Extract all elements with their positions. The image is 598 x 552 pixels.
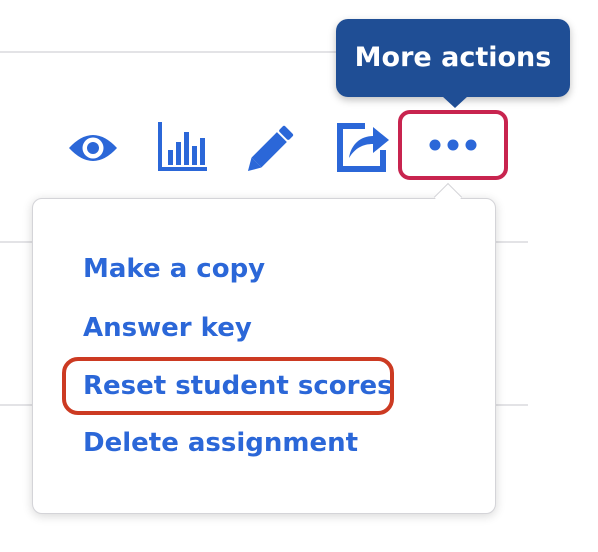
menu-item-delete-assignment[interactable]: Delete assignment xyxy=(83,423,358,463)
eye-icon xyxy=(69,135,117,161)
edit-button[interactable] xyxy=(242,118,302,176)
tooltip-arrow xyxy=(442,96,468,108)
menu-item-answer-key[interactable]: Answer key xyxy=(83,308,252,348)
more-actions-tooltip: More actions xyxy=(336,19,570,97)
tooltip-label: More actions xyxy=(354,42,552,73)
screen: More actions Make a copy Answer key Rese… xyxy=(0,0,598,552)
more-actions-button[interactable] xyxy=(398,110,508,180)
preview-button[interactable] xyxy=(64,120,122,176)
menu-item-reset-student-scores[interactable]: Reset student scores xyxy=(83,366,393,406)
bar-chart-icon xyxy=(158,122,207,171)
menu-item-make-a-copy[interactable]: Make a copy xyxy=(83,249,265,289)
report-button[interactable] xyxy=(153,118,211,176)
share-icon xyxy=(337,123,389,172)
more-actions-menu: Make a copy Answer key Reset student sco… xyxy=(32,198,496,514)
share-button[interactable] xyxy=(333,116,393,176)
pencil-icon xyxy=(247,125,294,172)
more-dots-icon xyxy=(429,139,477,151)
